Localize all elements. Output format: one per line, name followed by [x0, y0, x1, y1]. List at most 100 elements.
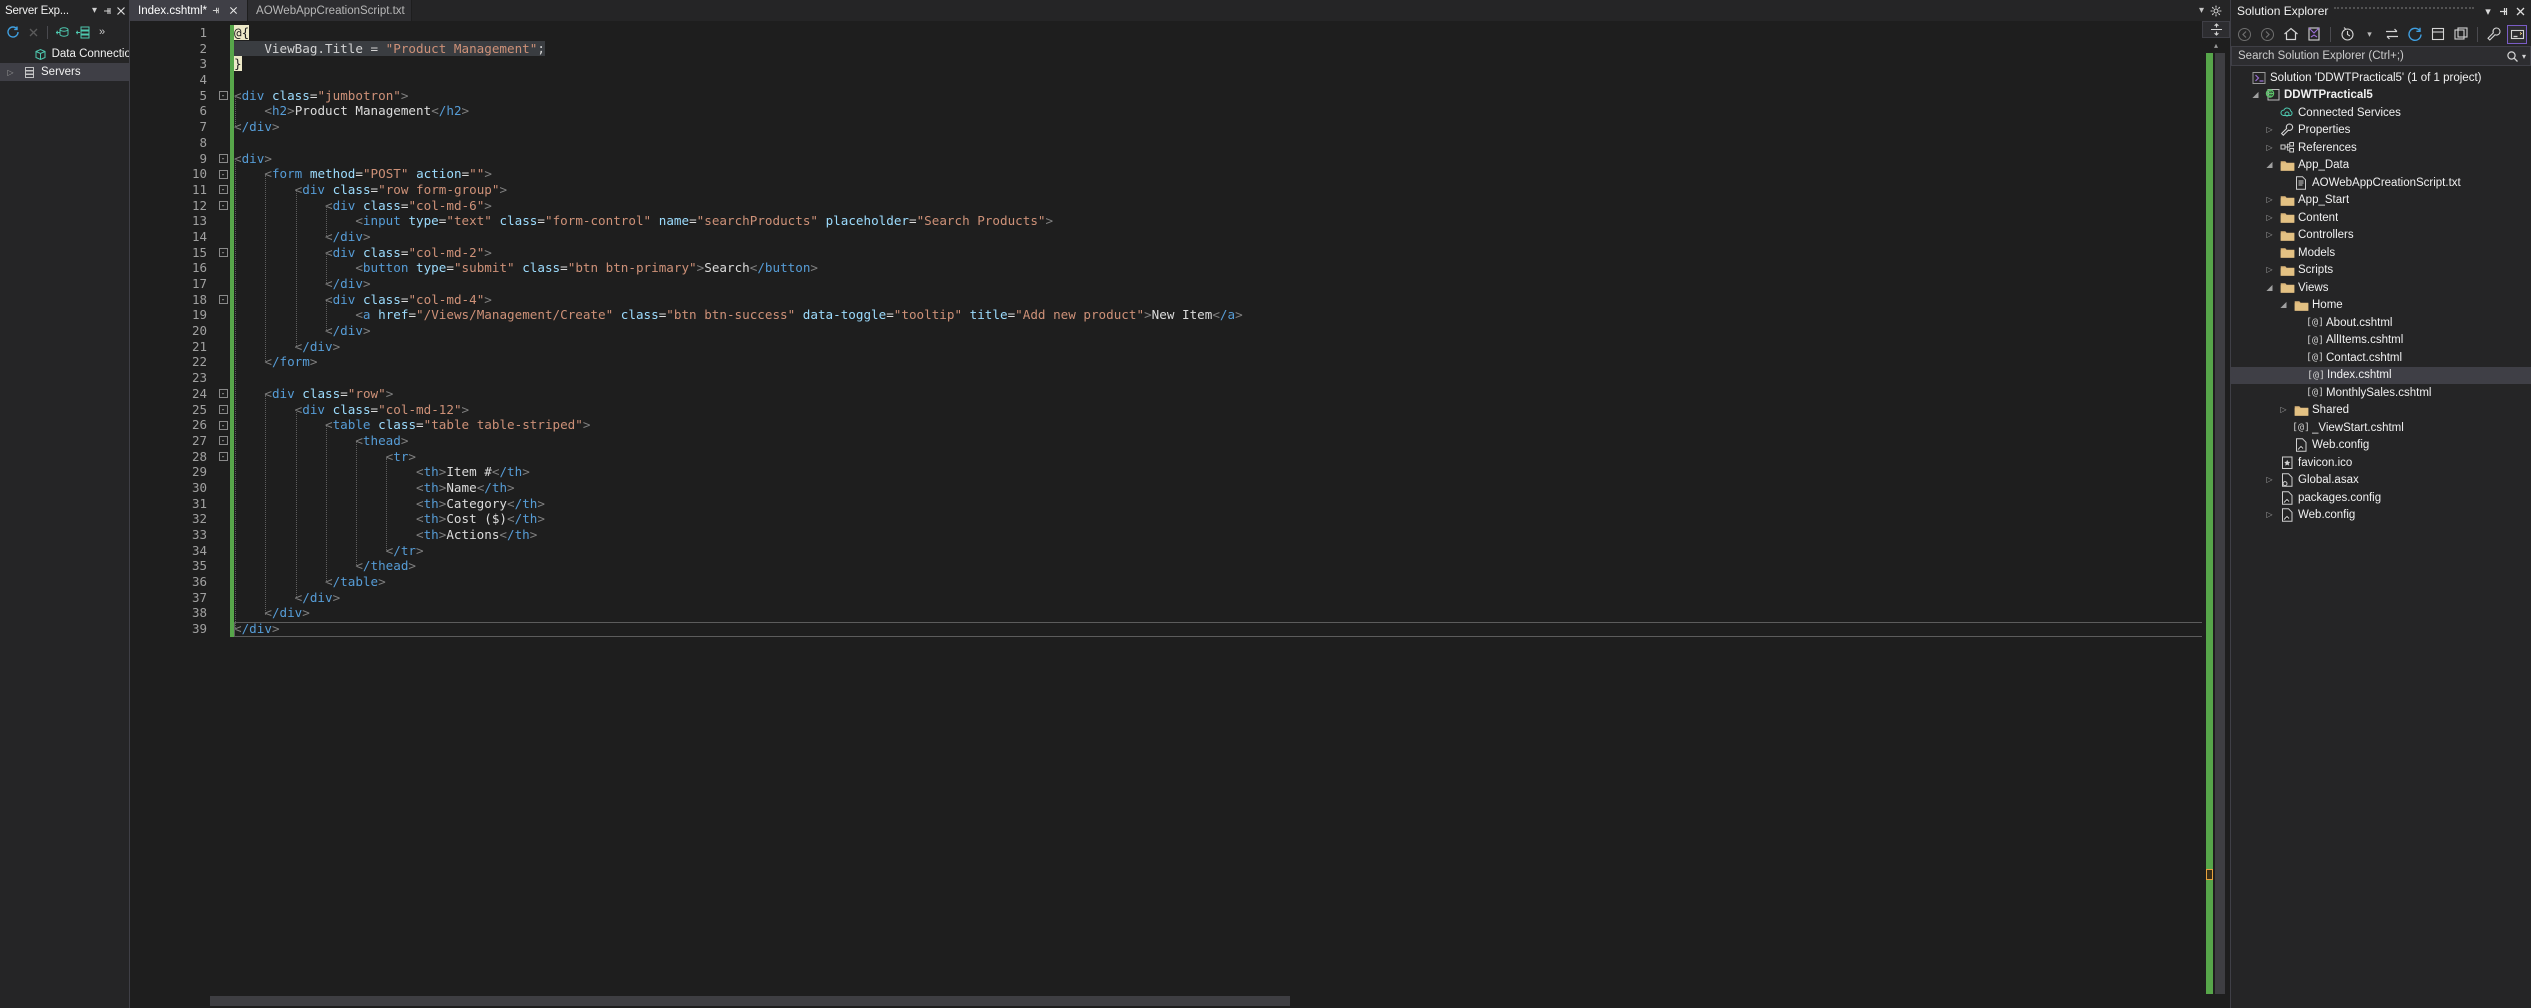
- solution-tree-item[interactable]: [@] AllItems.cshtml: [2231, 332, 2531, 350]
- code-line[interactable]: <tr>: [234, 449, 2202, 465]
- solution-tree-item[interactable]: ◢ Views: [2231, 279, 2531, 297]
- code-text-area[interactable]: @{ ViewBag.Title = "Product Management";…: [234, 21, 2202, 994]
- chevron-right-icon[interactable]: ▷: [2263, 476, 2276, 484]
- chevron-right-icon[interactable]: ▷: [2263, 213, 2276, 222]
- collapse-icon[interactable]: -: [218, 436, 228, 446]
- solution-tree-item[interactable]: ▷ Shared: [2231, 402, 2531, 420]
- fold-toggle[interactable]: -: [216, 245, 230, 261]
- code-line[interactable]: <input type="text" class="form-control" …: [234, 213, 2202, 229]
- chevron-right-icon[interactable]: ▷: [2277, 406, 2290, 414]
- code-line[interactable]: <div class="row form-group">: [234, 182, 2202, 198]
- fold-toggle[interactable]: -: [216, 198, 230, 214]
- code-line[interactable]: <th>Cost ($)</th>: [234, 511, 2202, 527]
- code-line[interactable]: @{: [234, 25, 2202, 41]
- fold-toggle[interactable]: -: [216, 292, 230, 308]
- collapse-icon[interactable]: -: [218, 420, 228, 430]
- solution-tree-item[interactable]: Connected Services: [2231, 104, 2531, 122]
- solution-tree-item[interactable]: ◢ Home: [2231, 297, 2531, 315]
- tree-item-data-connections[interactable]: Data Connections: [0, 45, 129, 63]
- code-line[interactable]: ViewBag.Title = "Product Management";: [234, 40, 2202, 57]
- pending-changes-filter-icon[interactable]: [2337, 25, 2357, 44]
- connect-to-server-icon[interactable]: [74, 24, 90, 40]
- dropdown-icon[interactable]: ▾: [2480, 3, 2496, 19]
- forward-icon[interactable]: [2258, 25, 2278, 44]
- filter-dropdown-icon[interactable]: ▾: [2360, 25, 2380, 44]
- back-icon[interactable]: [2235, 25, 2255, 44]
- fold-toggle[interactable]: -: [216, 151, 230, 167]
- chevron-down-icon[interactable]: ◢: [2249, 91, 2262, 99]
- code-line[interactable]: </div>: [234, 323, 2202, 339]
- tab-pin-icon[interactable]: [212, 6, 224, 15]
- solution-tree-item[interactable]: ▷ Scripts: [2231, 262, 2531, 280]
- pin-icon[interactable]: [2496, 3, 2512, 19]
- code-line[interactable]: <th>Item #</th>: [234, 464, 2202, 480]
- chevron-right-icon[interactable]: ▷: [2263, 143, 2276, 152]
- fold-toggle[interactable]: -: [216, 182, 230, 198]
- scrollbar-track[interactable]: [2204, 53, 2228, 994]
- code-line[interactable]: }: [234, 56, 2202, 72]
- collapse-icon[interactable]: -: [218, 153, 228, 163]
- solution-tree-item[interactable]: ▷ App_Start: [2231, 192, 2531, 210]
- code-line[interactable]: <div class="col-md-4">: [234, 292, 2202, 308]
- gear-icon[interactable]: [2210, 5, 2222, 17]
- home-icon[interactable]: [2281, 25, 2301, 44]
- horizontal-scrollbar-thumb[interactable]: [210, 996, 1290, 1006]
- solution-tree-item[interactable]: packages.config: [2231, 489, 2531, 507]
- scrollbar-thumb[interactable]: [2215, 53, 2225, 994]
- close-icon[interactable]: [114, 3, 127, 18]
- solution-tree-item[interactable]: [@] MonthlySales.cshtml: [2231, 384, 2531, 402]
- code-line[interactable]: <th>Category</th>: [234, 496, 2202, 512]
- solution-tree-item[interactable]: Solution 'DDWTPractical5' (1 of 1 projec…: [2231, 69, 2531, 87]
- search-input[interactable]: [2238, 50, 2506, 62]
- solution-navigator-icon[interactable]: [2304, 25, 2324, 44]
- code-line[interactable]: </div>: [234, 605, 2202, 621]
- properties-wrench-icon[interactable]: [2484, 25, 2504, 44]
- split-view-button[interactable]: [2202, 21, 2230, 38]
- code-line[interactable]: <button type="submit" class="btn btn-pri…: [234, 260, 2202, 276]
- code-line[interactable]: <div class="row">: [234, 386, 2202, 402]
- collapse-icon[interactable]: -: [218, 451, 228, 461]
- code-line[interactable]: <div>: [234, 151, 2202, 167]
- chevron-right-icon[interactable]: ▷: [2263, 231, 2276, 239]
- solution-tree-item[interactable]: ▷ Web.config: [2231, 507, 2531, 525]
- solution-tree-item[interactable]: [@] Index.cshtml: [2231, 366, 2531, 384]
- solution-tree-item[interactable]: AOWebAppCreationScript.txt: [2231, 174, 2531, 192]
- sync-with-active-document-icon[interactable]: [2383, 25, 2403, 44]
- collapse-icon[interactable]: -: [218, 91, 228, 101]
- dropdown-icon[interactable]: ▾: [88, 3, 101, 18]
- code-line[interactable]: [234, 370, 2202, 386]
- preview-selected-items-icon[interactable]: [2507, 24, 2528, 44]
- chevron-right-icon[interactable]: ▷: [2263, 126, 2276, 134]
- scroll-up-arrow[interactable]: ▴: [2202, 38, 2230, 53]
- solution-explorer-search[interactable]: ▾: [2231, 46, 2531, 66]
- chevron-right-icon[interactable]: ▷: [4, 68, 17, 77]
- code-line[interactable]: [234, 72, 2202, 88]
- code-line[interactable]: </div>: [234, 229, 2202, 245]
- chevron-down-icon[interactable]: ◢: [2263, 283, 2276, 292]
- solution-tree-item[interactable]: Web.config: [2231, 437, 2531, 455]
- code-line[interactable]: </div>: [234, 621, 2202, 637]
- horizontal-scrollbar[interactable]: [130, 994, 2230, 1008]
- collapse-icon[interactable]: -: [218, 295, 228, 305]
- fold-toggle[interactable]: -: [216, 433, 230, 449]
- code-line[interactable]: </form>: [234, 354, 2202, 370]
- solution-tree-item[interactable]: [@] About.cshtml: [2231, 314, 2531, 332]
- chevron-down-icon[interactable]: ◢: [2277, 301, 2290, 309]
- fold-margin[interactable]: - - - - - - - - - - - -: [216, 21, 230, 994]
- code-line[interactable]: <h2>Product Management</h2>: [234, 103, 2202, 119]
- fold-toggle[interactable]: -: [216, 166, 230, 182]
- code-line[interactable]: </thead>: [234, 558, 2202, 574]
- collapse-icon[interactable]: -: [218, 200, 228, 210]
- solution-tree-item[interactable]: [@] Contact.cshtml: [2231, 349, 2531, 367]
- vertical-scrollbar-area[interactable]: ▴: [2202, 21, 2230, 994]
- collapse-all-icon[interactable]: [2428, 25, 2448, 44]
- tab-overflow-icon[interactable]: ▾: [2199, 5, 2204, 16]
- fold-toggle[interactable]: -: [216, 386, 230, 402]
- collapse-icon[interactable]: -: [218, 247, 228, 257]
- solution-tree-item[interactable]: ▷ Properties: [2231, 122, 2531, 140]
- code-line[interactable]: <div class="col-md-2">: [234, 245, 2202, 261]
- solution-tree-item[interactable]: Models: [2231, 244, 2531, 262]
- tab-close-icon[interactable]: [229, 6, 241, 15]
- chevron-right-icon[interactable]: ▷: [2263, 196, 2276, 204]
- code-line[interactable]: <thead>: [234, 433, 2202, 449]
